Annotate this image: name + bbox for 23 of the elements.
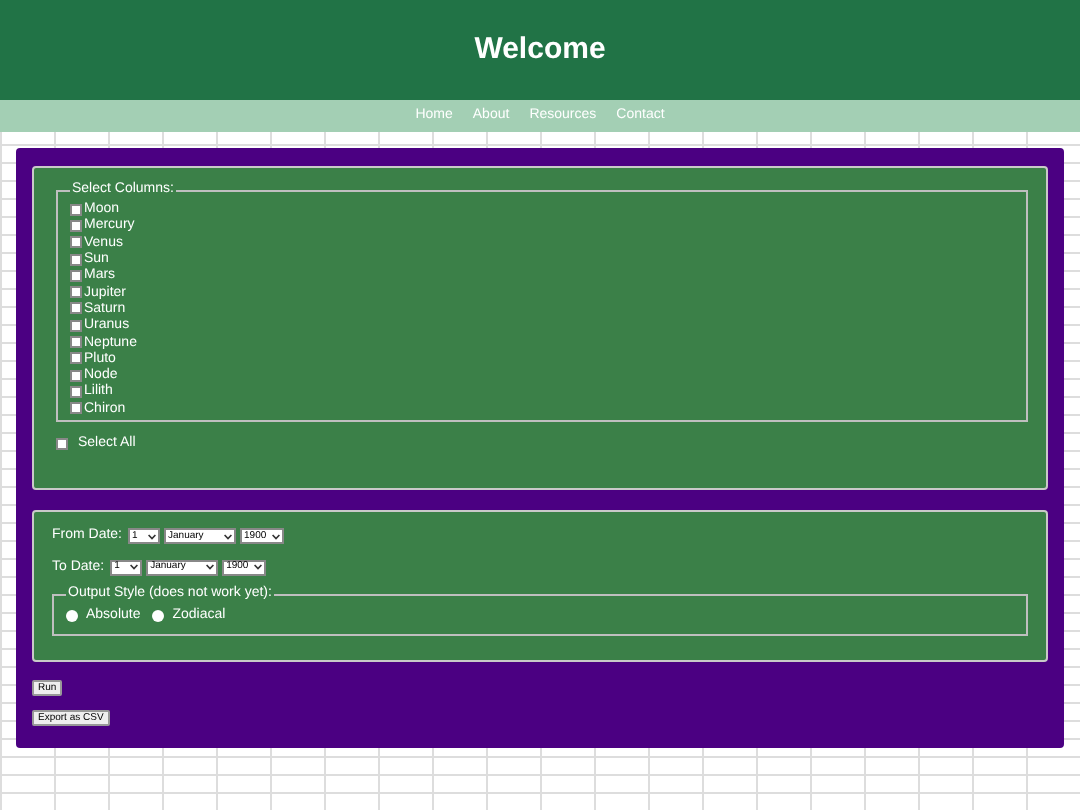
checkbox[interactable] [70,219,82,232]
checkbox[interactable] [70,203,82,216]
checkbox[interactable] [70,319,82,332]
caret-icon [130,564,139,571]
checkbox[interactable] [70,302,82,315]
checkbox[interactable] [70,269,82,282]
caret-icon [206,564,215,571]
checkbox[interactable] [70,402,82,415]
checkbox[interactable] [70,286,82,299]
checkbox[interactable] [70,336,82,349]
caret-icon [148,533,157,540]
checkbox[interactable] [70,236,82,249]
checkbox[interactable] [70,253,82,266]
radio-button[interactable] [152,609,165,622]
caret-icon [272,533,281,540]
checkbox[interactable] [70,369,82,382]
page-title: Welcome [474,29,606,70]
checkbox[interactable] [70,352,82,365]
caret-icon [224,533,233,540]
caret-icon [254,564,263,571]
checkbox[interactable] [70,385,82,398]
radio-button[interactable] [66,609,78,622]
checkbox[interactable] [56,437,68,449]
